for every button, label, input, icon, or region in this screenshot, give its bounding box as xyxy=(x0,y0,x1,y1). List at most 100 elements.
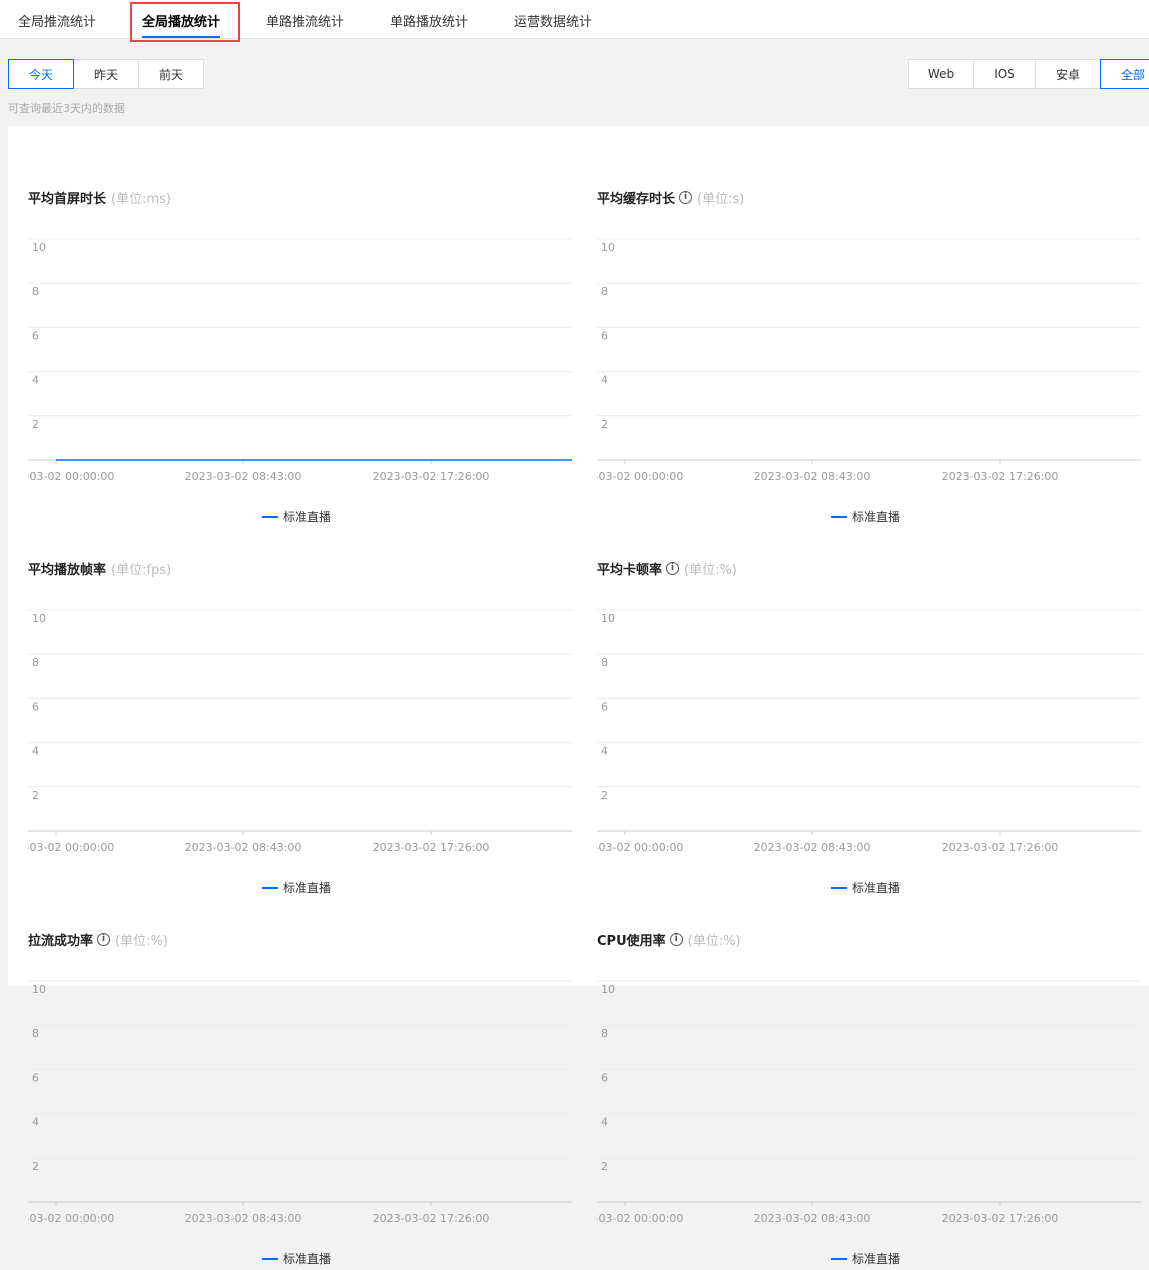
y-tick-label: 4 xyxy=(32,374,39,387)
y-tick-label: 6 xyxy=(601,700,608,713)
platform-all-button[interactable]: 全部 xyxy=(1100,59,1149,89)
chart-pull-success-rate: 拉流成功率 i (单位:%) 2 4 6 8 10 2023-03-02 00:00:00… xyxy=(28,930,574,1270)
chart-first-screen-time: 平均首屏时长 (单位:ms) 2 4 6 8 10 2023-03-02 00:00:00… xyxy=(28,188,574,528)
query-hint-text: 可查询最近3天内的数据 xyxy=(8,102,125,115)
y-tick-label: 6 xyxy=(32,700,39,713)
chart-unit-label: (单位:ms) xyxy=(111,192,171,207)
chart-title-text: CPU使用率 xyxy=(597,934,666,949)
y-tick-label: 8 xyxy=(601,656,608,669)
x-tick-label: 2023-03-02 08:43:00 xyxy=(185,1212,302,1225)
chart-plot-area: 2 4 6 8 10 2023-03-02 00:00:00 2023-03-02 08:4… xyxy=(597,980,1141,1225)
chart-title: CPU使用率 i (单位:%) xyxy=(597,930,741,949)
legend-swatch xyxy=(831,515,847,518)
legend-label: 标准直播 xyxy=(283,881,332,895)
x-tick-label: 2023-03-02 17:26:00 xyxy=(942,1212,1059,1225)
tab-global-push-stats[interactable]: 全局推流统计 xyxy=(18,0,96,38)
y-tick-label: 10 xyxy=(32,983,46,996)
legend-label: 标准直播 xyxy=(852,510,901,524)
chart-legend[interactable]: 标准直播 xyxy=(262,1250,331,1267)
y-tick-label: 4 xyxy=(32,745,39,758)
charts-panel: 平均首屏时长 (单位:ms) 2 4 6 8 10 2023-03-02 00:00:00… xyxy=(8,126,1149,1266)
y-tick-label: 2 xyxy=(32,418,39,431)
date-day-before-button[interactable]: 前天 xyxy=(138,59,204,89)
y-tick-label: 10 xyxy=(32,612,46,625)
chart-cpu-usage: CPU使用率 i (单位:%) 2 4 6 8 10 2023-03-02 00:00:0… xyxy=(597,930,1143,1270)
chart-unit-label: (单位:s) xyxy=(697,192,745,207)
chart-title: 平均缓存时长 i (单位:s) xyxy=(597,188,744,207)
x-tick-label: 2023-03-02 08:43:00 xyxy=(185,841,302,854)
x-tick-label: 2023-03-02 00:00:00 xyxy=(597,841,683,854)
info-icon[interactable]: i xyxy=(669,933,683,946)
legend-label: 标准直播 xyxy=(852,1252,901,1266)
y-tick-label: 8 xyxy=(32,656,39,669)
tab-bar: 全局推流统计 全局播放统计 单路推流统计 单路播放统计 运营数据统计 xyxy=(0,0,1149,39)
date-yesterday-button[interactable]: 昨天 xyxy=(73,59,139,89)
y-tick-label: 2 xyxy=(601,1160,608,1173)
chart-legend[interactable]: 标准直播 xyxy=(831,508,900,525)
y-tick-label: 2 xyxy=(32,789,39,802)
legend-swatch xyxy=(831,1257,847,1260)
chart-frame-rate: 平均播放帧率 (单位:fps) 2 4 6 8 10 2023-03-02 00:00:0… xyxy=(28,559,574,899)
chart-title: 平均首屏时长 (单位:ms) xyxy=(28,188,171,207)
tab-operation-data-stats[interactable]: 运营数据统计 xyxy=(514,0,592,38)
platform-android-button[interactable]: 安卓 xyxy=(1035,59,1101,89)
chart-plot-area: 2 4 6 8 10 2023-03-02 00:00:00 2023-03-02 08:4… xyxy=(597,238,1141,483)
x-tick-label: 2023-03-02 00:00:00 xyxy=(28,841,114,854)
platform-group: Web IOS 安卓 全部 xyxy=(908,59,1149,89)
y-tick-label: 8 xyxy=(601,285,608,298)
date-range-group: 今天 昨天 前天 xyxy=(8,59,204,89)
legend-label: 标准直播 xyxy=(283,510,332,524)
chart-legend[interactable]: 标准直播 xyxy=(831,879,900,896)
chart-legend[interactable]: 标准直播 xyxy=(262,879,331,896)
x-tick-label: 2023-03-02 08:43:00 xyxy=(754,1212,871,1225)
legend-label: 标准直播 xyxy=(283,1252,332,1266)
chart-legend[interactable]: 标准直播 xyxy=(831,1250,900,1267)
y-tick-label: 4 xyxy=(601,745,608,758)
chart-plot-area: 2 4 6 8 10 2023-03-02 00:00:00 2023-03-02 08:4… xyxy=(597,609,1141,854)
chart-plot-area: 2 4 6 8 10 2023-03-02 00:00:00 2023-03-02 08:4… xyxy=(28,980,572,1225)
x-tick-label: 2023-03-02 17:26:00 xyxy=(942,841,1059,854)
x-tick-label: 2023-03-02 00:00:00 xyxy=(597,470,683,483)
x-tick-label: 2023-03-02 08:43:00 xyxy=(754,470,871,483)
chart-plot-area: 2 4 6 8 10 2023-03-02 00:00:00 2023-03-02 08:4… xyxy=(28,238,572,483)
legend-swatch xyxy=(831,886,847,889)
chart-buffer-time: 平均缓存时长 i (单位:s) 2 4 6 8 10 2023-03-02 00:00:0… xyxy=(597,188,1143,528)
x-tick-label: 2023-03-02 17:26:00 xyxy=(373,470,490,483)
y-tick-label: 6 xyxy=(32,329,39,342)
tab-single-push-stats[interactable]: 单路推流统计 xyxy=(266,0,344,38)
y-tick-label: 6 xyxy=(601,329,608,342)
x-tick-label: 2023-03-02 00:00:00 xyxy=(28,1212,114,1225)
chart-stall-rate: 平均卡顿率 i (单位:%) 2 4 6 8 10 2023-03-02 00:00:00… xyxy=(597,559,1143,899)
chart-title-text: 平均缓存时长 xyxy=(597,192,676,207)
chart-title-text: 拉流成功率 xyxy=(28,934,94,949)
y-tick-label: 8 xyxy=(32,285,39,298)
x-tick-label: 2023-03-02 17:26:00 xyxy=(373,1212,490,1225)
y-tick-label: 8 xyxy=(32,1027,39,1040)
y-tick-label: 4 xyxy=(601,1116,608,1129)
y-tick-label: 10 xyxy=(601,241,615,254)
chart-plot-area: 2 4 6 8 10 2023-03-02 00:00:00 2023-03-02 08:4… xyxy=(28,609,572,854)
tab-single-play-stats[interactable]: 单路播放统计 xyxy=(390,0,468,38)
chart-legend[interactable]: 标准直播 xyxy=(262,508,331,525)
chart-unit-label: (单位:%) xyxy=(115,934,168,949)
info-icon[interactable]: i xyxy=(679,191,693,204)
x-tick-label: 2023-03-02 00:00:00 xyxy=(597,1212,683,1225)
y-tick-label: 6 xyxy=(32,1071,39,1084)
y-tick-label: 2 xyxy=(601,789,608,802)
info-icon[interactable]: i xyxy=(97,933,111,946)
x-tick-label: 2023-03-02 08:43:00 xyxy=(185,470,302,483)
tab-global-play-stats[interactable]: 全局播放统计 xyxy=(142,0,221,38)
chart-title-text: 平均播放帧率 xyxy=(28,563,107,578)
info-icon[interactable]: i xyxy=(666,562,680,575)
chart-title-text: 平均首屏时长 xyxy=(28,192,107,207)
chart-title-text: 平均卡顿率 xyxy=(597,563,663,578)
chart-unit-label: (单位:fps) xyxy=(111,563,172,578)
legend-swatch xyxy=(262,1257,278,1260)
platform-web-button[interactable]: Web xyxy=(908,59,974,89)
chart-unit-label: (单位:%) xyxy=(684,563,737,578)
date-today-button[interactable]: 今天 xyxy=(8,59,74,89)
y-tick-label: 10 xyxy=(601,612,615,625)
platform-ios-button[interactable]: IOS xyxy=(973,59,1036,89)
x-tick-label: 2023-03-02 08:43:00 xyxy=(754,841,871,854)
chart-unit-label: (单位:%) xyxy=(687,934,741,949)
